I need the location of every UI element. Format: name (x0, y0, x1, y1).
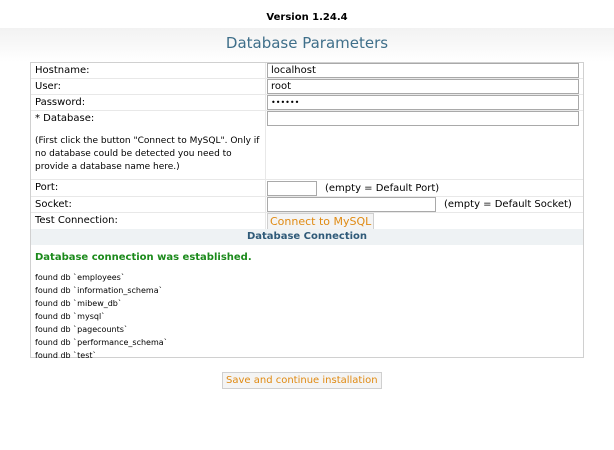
user-label: User: (35, 81, 61, 92)
db-list-item: found db `test` (35, 351, 97, 360)
port-field[interactable] (267, 181, 317, 196)
hostname-label: Hostname: (35, 65, 90, 76)
db-list-item: found db `mysql` (35, 312, 106, 321)
user-field[interactable]: root (267, 79, 579, 94)
version-label: Version 1.24.4 (266, 12, 348, 23)
database-label: * Database: (35, 113, 95, 124)
database-connection-heading: Database Connection (31, 229, 583, 245)
database-field[interactable] (267, 111, 579, 126)
socket-field[interactable] (267, 197, 436, 212)
password-row: Password: •••••• (31, 95, 583, 111)
connection-status: Database connection was established. (35, 252, 252, 263)
database-note: (First click the button "Connect to MySQ… (35, 136, 260, 172)
socket-hint: (empty = Default Socket) (444, 199, 572, 210)
hostname-row: Hostname: localhost (31, 63, 583, 79)
database-row: * Database: (First click the button "Con… (31, 111, 583, 180)
db-list-item: found db `pagecounts` (35, 325, 128, 334)
user-row: User: root (31, 79, 583, 95)
db-list-item: found db `employees` (35, 273, 125, 282)
test-connection-label: Test Connection: (35, 215, 118, 226)
db-list-item: found db `information_schema` (35, 286, 163, 295)
password-label: Password: (35, 97, 86, 108)
socket-label: Socket: (35, 199, 72, 210)
hostname-field[interactable]: localhost (267, 63, 579, 78)
port-row: Port: (empty = Default Port) (31, 180, 583, 197)
db-list-item: found db `mibew_db` (35, 299, 122, 308)
page-title: Database Parameters (225, 34, 389, 52)
db-list-item: found db `performance_schema` (35, 338, 168, 347)
test-connection-row: Test Connection: Connect to MySQL (31, 213, 583, 230)
database-form-panel: Hostname: localhost User: root Password:… (30, 62, 584, 360)
port-label: Port: (35, 182, 59, 193)
socket-row: Socket: (empty = Default Socket) (31, 197, 583, 213)
connect-to-mysql-button[interactable]: Connect to MySQL (267, 213, 375, 230)
port-hint: (empty = Default Port) (325, 183, 440, 194)
password-field[interactable]: •••••• (267, 95, 579, 110)
save-and-continue-button[interactable]: Save and continue installation (222, 372, 382, 389)
